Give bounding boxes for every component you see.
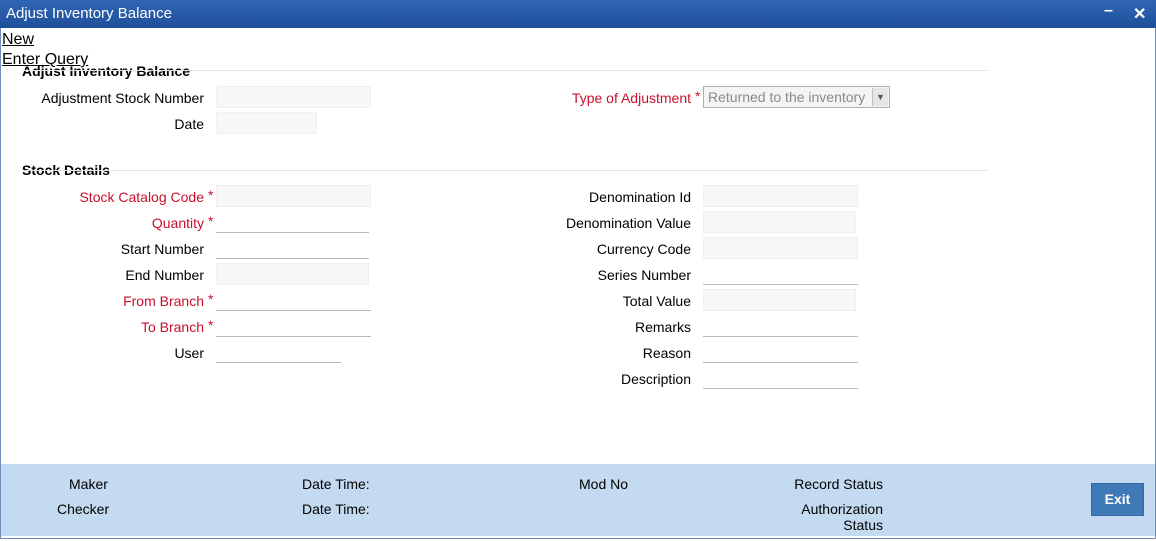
section-divider	[22, 70, 987, 71]
required-marker: *	[208, 317, 214, 333]
checker-date-time-label: Date Time:	[302, 501, 370, 517]
series-number-label: Series Number	[597, 267, 691, 283]
stock-catalog-code-field[interactable]	[216, 185, 371, 207]
minimize-icon[interactable]: –	[1104, 2, 1113, 20]
user-label: User	[174, 345, 204, 361]
end-number-field[interactable]	[216, 263, 369, 285]
required-marker: *	[208, 187, 214, 203]
from-branch-field[interactable]	[216, 289, 371, 311]
date-field[interactable]	[216, 112, 317, 134]
user-field[interactable]	[216, 341, 341, 363]
stock-catalog-code-label: Stock Catalog Code	[79, 189, 204, 205]
record-status-label: Record Status	[794, 476, 883, 492]
adjustment-stock-number-label: Adjustment Stock Number	[41, 90, 204, 106]
reason-field[interactable]	[703, 341, 858, 363]
date-label: Date	[174, 116, 204, 132]
audit-footer	[1, 464, 1155, 536]
reason-label: Reason	[642, 345, 691, 361]
description-field[interactable]	[703, 367, 858, 389]
required-marker: *	[695, 88, 701, 104]
from-branch-label: From Branch	[123, 293, 204, 309]
to-branch-field[interactable]	[216, 315, 371, 337]
authorization-status-label-line1: Authorization	[801, 501, 883, 517]
authorization-status-label-line2: Status	[843, 517, 883, 533]
type-of-adjustment-value: Returned to the inventory	[708, 89, 866, 105]
remarks-field[interactable]	[703, 315, 858, 337]
close-icon[interactable]: ✕	[1133, 4, 1146, 24]
section-divider	[22, 170, 987, 171]
denomination-id-label: Denomination Id	[589, 189, 691, 205]
adjustment-stock-number-field[interactable]	[216, 86, 371, 108]
type-of-adjustment-select[interactable]: Returned to the inventory ▼	[703, 86, 890, 108]
section-title-adjust-inventory: Adjust Inventory Balance	[22, 63, 191, 79]
type-of-adjustment-label: Type of Adjustment	[571, 90, 691, 106]
mod-no-label: Mod No	[579, 476, 629, 492]
denomination-value-label: Denomination Value	[565, 215, 691, 231]
start-number-label: Start Number	[120, 241, 204, 257]
required-marker: *	[208, 213, 214, 229]
maker-date-time-label: Date Time:	[302, 476, 370, 492]
description-label: Description	[620, 371, 691, 387]
exit-button[interactable]: Exit	[1091, 483, 1144, 516]
currency-code-field[interactable]	[703, 237, 858, 259]
end-number-label: End Number	[125, 267, 204, 283]
series-number-field[interactable]	[703, 263, 858, 285]
quantity-label: Quantity	[151, 215, 204, 231]
currency-code-label: Currency Code	[596, 241, 691, 257]
denomination-id-field[interactable]	[703, 185, 858, 207]
denomination-value-field[interactable]	[703, 211, 856, 233]
window-title: Adjust Inventory Balance	[6, 5, 172, 22]
title-bar: Adjust Inventory Balance – ✕	[0, 0, 1156, 28]
chevron-down-icon[interactable]: ▼	[872, 88, 888, 106]
maker-label: Maker	[69, 476, 108, 492]
to-branch-label: To Branch	[140, 319, 204, 335]
start-number-field[interactable]	[216, 237, 369, 259]
checker-label: Checker	[57, 501, 110, 517]
total-value-label: Total Value	[622, 293, 691, 309]
new-link[interactable]: New	[2, 31, 34, 49]
total-value-field[interactable]	[703, 289, 856, 311]
remarks-label: Remarks	[634, 319, 691, 335]
required-marker: *	[208, 291, 214, 307]
quantity-field[interactable]	[216, 211, 369, 233]
